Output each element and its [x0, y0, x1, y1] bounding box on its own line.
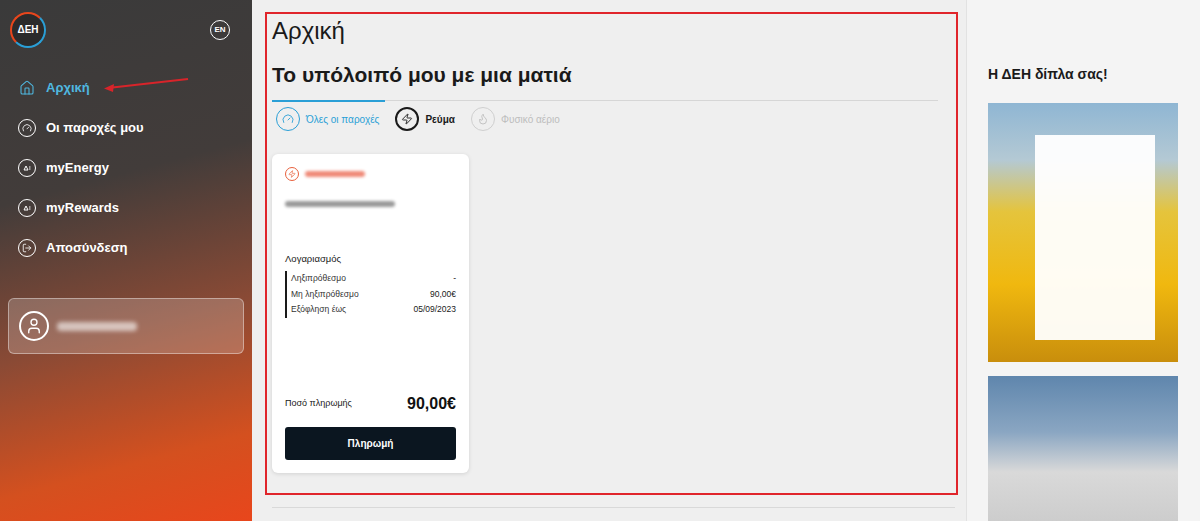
sidebar-item[interactable]: myRewards	[0, 188, 252, 228]
sidebar-item[interactable]: Αρχική	[0, 68, 252, 108]
tab[interactable]: Όλες οι παροχές	[272, 100, 385, 131]
bill-row: Εξόφληση έως05/09/2023	[291, 302, 456, 318]
sidebar-nav: ΑρχικήΟι παροχές μουmyEnergymyRewardsΑπο…	[0, 68, 252, 268]
promo-title: Η ΔΕΗ δίπλα σας!	[988, 66, 1200, 82]
supply-card: Λογαριασμός Ληξιπρόθεσμο-Μη ληξιπρόθεσμο9…	[272, 154, 469, 473]
bill-section-title: Λογαριασμός	[285, 252, 456, 266]
app: ΔΕΗENΑρχικήΟι παροχές μουmyEnergymyRewar…	[0, 0, 1200, 521]
logo[interactable]: ΔΕΗ	[10, 12, 46, 48]
tabs: Όλες οι παροχέςΡεύμαΦυσικό αέριο	[272, 100, 938, 131]
page-subtitle: Το υπόλοιπό μου με μια ματιά	[272, 61, 951, 89]
gas-icon	[477, 113, 489, 125]
sidebar-header: ΔΕΗ EN	[0, 0, 252, 48]
sidebar-item[interactable]: Οι παροχές μου	[0, 108, 252, 148]
dei-circle-icon	[18, 159, 36, 177]
section-divider	[272, 507, 955, 508]
solar-banner[interactable]	[988, 103, 1178, 362]
supply-address-blurred	[285, 201, 395, 207]
sidebar-item[interactable]: myEnergy	[0, 148, 252, 188]
gauge-icon	[18, 119, 36, 137]
tab[interactable]: Ρεύμα	[391, 100, 461, 131]
language-button[interactable]: EN	[210, 20, 230, 40]
bill-row: Μη ληξιπρόθεσμο90,00€	[291, 287, 456, 303]
all-supplies-icon	[282, 113, 294, 125]
dei-logo-icon	[22, 163, 32, 173]
page-title: Αρχική	[272, 16, 951, 46]
annotation-arrow-icon	[0, 0, 252, 120]
bill-row: Ληξιπρόθεσμο-	[291, 271, 456, 287]
home-icon	[19, 80, 35, 96]
user-avatar-icon	[19, 311, 49, 341]
highlighted-panel: Αρχική Το υπόλοιπό μου με μια ματιά Όλες ο…	[265, 12, 958, 495]
logout-icon	[18, 239, 36, 257]
supply-number-blurred	[305, 171, 365, 177]
dei-circle-icon	[18, 199, 36, 217]
main-content: Αρχική Το υπόλοιπό μου με μια ματιά Όλες ο…	[252, 0, 958, 521]
promo-column: Η ΔΕΗ δίπλα σας!	[966, 0, 1200, 521]
sidebar: ΔΕΗ EN ΑρχικήΟι παροχές μουmyEnergymyRewar…	[0, 0, 252, 521]
tab: Φυσικό αέριο	[467, 100, 566, 131]
sidebar-item[interactable]: Αποσύνδεση	[0, 228, 252, 268]
pay-button[interactable]: Πληρωμή	[285, 427, 456, 460]
user-name-blurred	[57, 322, 137, 331]
banner-panel	[1035, 135, 1155, 340]
user-card[interactable]	[8, 298, 244, 354]
electricity-icon	[285, 167, 299, 181]
payment-amount-row: Ποσό πληρωμής90,00€	[285, 392, 456, 416]
rewards-banner[interactable]	[988, 376, 1178, 521]
electricity-icon	[401, 113, 413, 125]
bill-rows: Ληξιπρόθεσμο-Μη ληξιπρόθεσμο90,00€Εξόφλη…	[285, 271, 456, 318]
dei-logo-icon	[22, 203, 32, 213]
